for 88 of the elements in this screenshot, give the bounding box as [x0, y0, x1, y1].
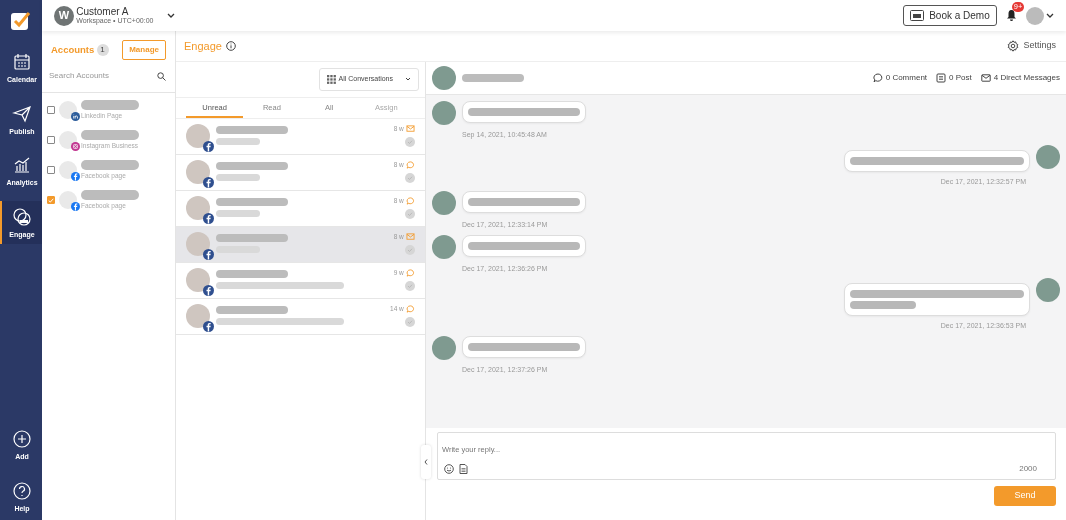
accounts-title: Accounts	[51, 42, 95, 57]
check-circle-icon[interactable]	[405, 136, 415, 147]
account-checkbox[interactable]	[47, 196, 55, 204]
linkedin-badge-icon	[71, 112, 80, 121]
chat-bubbles-icon	[12, 206, 32, 227]
redacted-name	[216, 161, 288, 170]
bell-icon[interactable]	[1005, 9, 1017, 22]
redacted-name	[81, 99, 139, 110]
chevron-down-icon[interactable]	[166, 12, 175, 19]
contact-avatar	[432, 66, 456, 90]
redacted-name	[81, 129, 139, 140]
redacted-name	[216, 233, 288, 242]
settings-icon[interactable]	[1006, 40, 1019, 52]
contact-avatar	[186, 123, 210, 148]
facebook-badge-icon	[203, 212, 214, 224]
account-avatar	[59, 161, 77, 179]
envelope-icon	[406, 124, 415, 133]
redacted-name	[216, 197, 288, 206]
facebook-badge-icon	[203, 176, 214, 188]
plus-icon	[12, 429, 32, 449]
stat-count: 0 Post	[949, 72, 972, 84]
redacted-name	[216, 305, 288, 314]
document-icon	[936, 73, 947, 83]
redacted-name	[216, 125, 288, 134]
comment-icon	[406, 196, 415, 205]
redacted-name	[81, 189, 139, 200]
account-checkbox[interactable]	[47, 106, 55, 114]
comment-icon	[406, 268, 415, 277]
check-circle-icon[interactable]	[405, 244, 415, 255]
stat-count: 0 Comment	[885, 72, 928, 84]
check-circle-icon[interactable]	[405, 172, 415, 183]
contact-avatar	[186, 303, 210, 328]
facebook-badge-icon	[203, 140, 214, 152]
check-circle-icon[interactable]	[405, 280, 415, 291]
envelope-icon	[406, 232, 415, 241]
facebook-badge-icon	[203, 284, 214, 296]
redacted-name	[81, 159, 139, 170]
info-icon[interactable]	[226, 41, 237, 51]
help-icon	[12, 480, 32, 501]
comment-icon	[872, 73, 883, 83]
presentation-icon	[910, 10, 925, 21]
workspace-name: Customer A	[76, 6, 130, 18]
document-icon[interactable]	[458, 464, 468, 474]
account-avatar	[59, 101, 77, 119]
facebook-badge-icon	[203, 248, 214, 260]
facebook-badge-icon	[203, 320, 214, 332]
comment-icon	[406, 304, 415, 313]
redacted-name	[462, 74, 524, 82]
contact-avatar	[186, 159, 210, 184]
instagram-badge-icon	[71, 142, 80, 151]
stat-count: 4 Direct Messages	[993, 72, 1060, 84]
facebook-badge-icon	[71, 172, 80, 181]
sender-avatar	[432, 335, 456, 360]
contact-avatar	[186, 195, 210, 220]
book-demo-button[interactable]: Book a Demo	[903, 5, 997, 26]
account-checkbox[interactable]	[47, 136, 55, 144]
collapse-handle[interactable]	[421, 445, 431, 479]
character-count: 2000	[1019, 463, 1037, 475]
sender-avatar	[432, 191, 456, 215]
chart-icon	[12, 155, 32, 175]
redacted-message	[850, 301, 916, 309]
grid-icon	[326, 74, 336, 84]
paper-plane-icon	[12, 103, 32, 124]
sender-avatar	[432, 234, 456, 259]
workspace-avatar[interactable]: W	[54, 5, 74, 26]
comment-icon	[406, 160, 415, 169]
logo[interactable]	[10, 10, 32, 32]
facebook-badge-icon	[71, 202, 80, 211]
check-circle-icon[interactable]	[405, 316, 415, 327]
calendar-icon	[12, 52, 32, 72]
sender-avatar	[1036, 278, 1060, 302]
settings-link[interactable]: Settings	[1023, 39, 1056, 53]
sender-avatar	[1036, 144, 1060, 169]
account-avatar	[59, 191, 77, 209]
contact-avatar	[186, 267, 210, 292]
sender-avatar	[432, 101, 456, 125]
account-avatar	[59, 131, 77, 149]
caret-icon	[405, 77, 411, 82]
search-icon[interactable]	[157, 71, 166, 81]
accounts-count: 1	[96, 44, 109, 56]
check-circle-icon[interactable]	[405, 208, 415, 219]
envelope-icon	[980, 73, 991, 83]
chevron-down-icon[interactable]	[1046, 12, 1054, 19]
redacted-name	[216, 269, 288, 278]
account-checkbox[interactable]	[47, 166, 55, 174]
engage-title: Engage	[184, 38, 222, 54]
contact-avatar	[186, 231, 210, 256]
emoji-icon[interactable]	[444, 464, 455, 474]
